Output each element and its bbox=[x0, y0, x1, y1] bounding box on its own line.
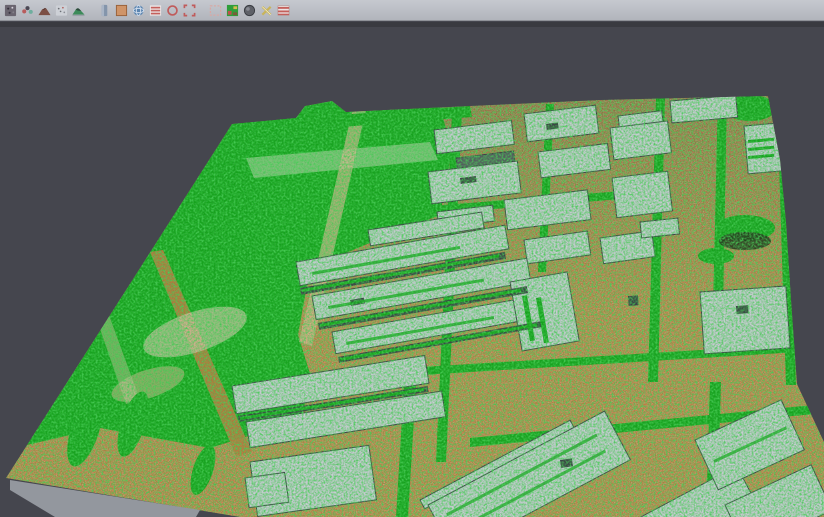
toolbar bbox=[0, 0, 824, 21]
circle-select-icon bbox=[166, 4, 179, 17]
point-cloud-scene[interactable] bbox=[0, 22, 824, 517]
dashed-rect-button[interactable] bbox=[207, 2, 223, 19]
ortho-tile-icon bbox=[115, 4, 128, 17]
classified-points-button[interactable] bbox=[19, 2, 35, 19]
sphere-button[interactable] bbox=[241, 2, 257, 19]
corner-select-button[interactable] bbox=[181, 2, 197, 19]
classified-map-icon bbox=[226, 4, 239, 17]
toolbar-group bbox=[2, 2, 87, 19]
corner-select-icon bbox=[183, 4, 196, 17]
viewport-3d[interactable] bbox=[0, 22, 824, 517]
cross-measure-button[interactable] bbox=[258, 2, 274, 19]
striped-tile-button[interactable] bbox=[275, 2, 291, 19]
column-button[interactable] bbox=[96, 2, 112, 19]
terrain-brown-icon bbox=[38, 4, 51, 17]
application-window bbox=[0, 0, 824, 517]
sphere-icon bbox=[243, 4, 256, 17]
toolbar-group bbox=[96, 2, 198, 19]
terrain-surface bbox=[0, 90, 824, 517]
sparse-points-button[interactable] bbox=[53, 2, 69, 19]
circle-select-button[interactable] bbox=[164, 2, 180, 19]
terrain-green-button[interactable] bbox=[70, 2, 86, 19]
viewport-top-strip bbox=[0, 22, 824, 27]
ortho-tile-button[interactable] bbox=[113, 2, 129, 19]
toolbar-buttons bbox=[2, 2, 301, 19]
toolbar-group bbox=[207, 2, 292, 19]
globe-button[interactable] bbox=[130, 2, 146, 19]
classified-map-button[interactable] bbox=[224, 2, 240, 19]
terrain-green-icon bbox=[72, 4, 85, 17]
cross-measure-icon bbox=[260, 4, 273, 17]
sparse-points-icon bbox=[55, 4, 68, 17]
column-icon bbox=[98, 4, 111, 17]
classified-points-icon bbox=[21, 4, 34, 17]
dashed-rect-icon bbox=[209, 4, 222, 17]
red-list-button[interactable] bbox=[147, 2, 163, 19]
globe-icon bbox=[132, 4, 145, 17]
dark-points-button[interactable] bbox=[2, 2, 18, 19]
terrain-brown-button[interactable] bbox=[36, 2, 52, 19]
shadow-speckle bbox=[0, 90, 824, 517]
dark-points-icon bbox=[4, 4, 17, 17]
red-list-icon bbox=[149, 4, 162, 17]
striped-tile-icon bbox=[277, 4, 290, 17]
